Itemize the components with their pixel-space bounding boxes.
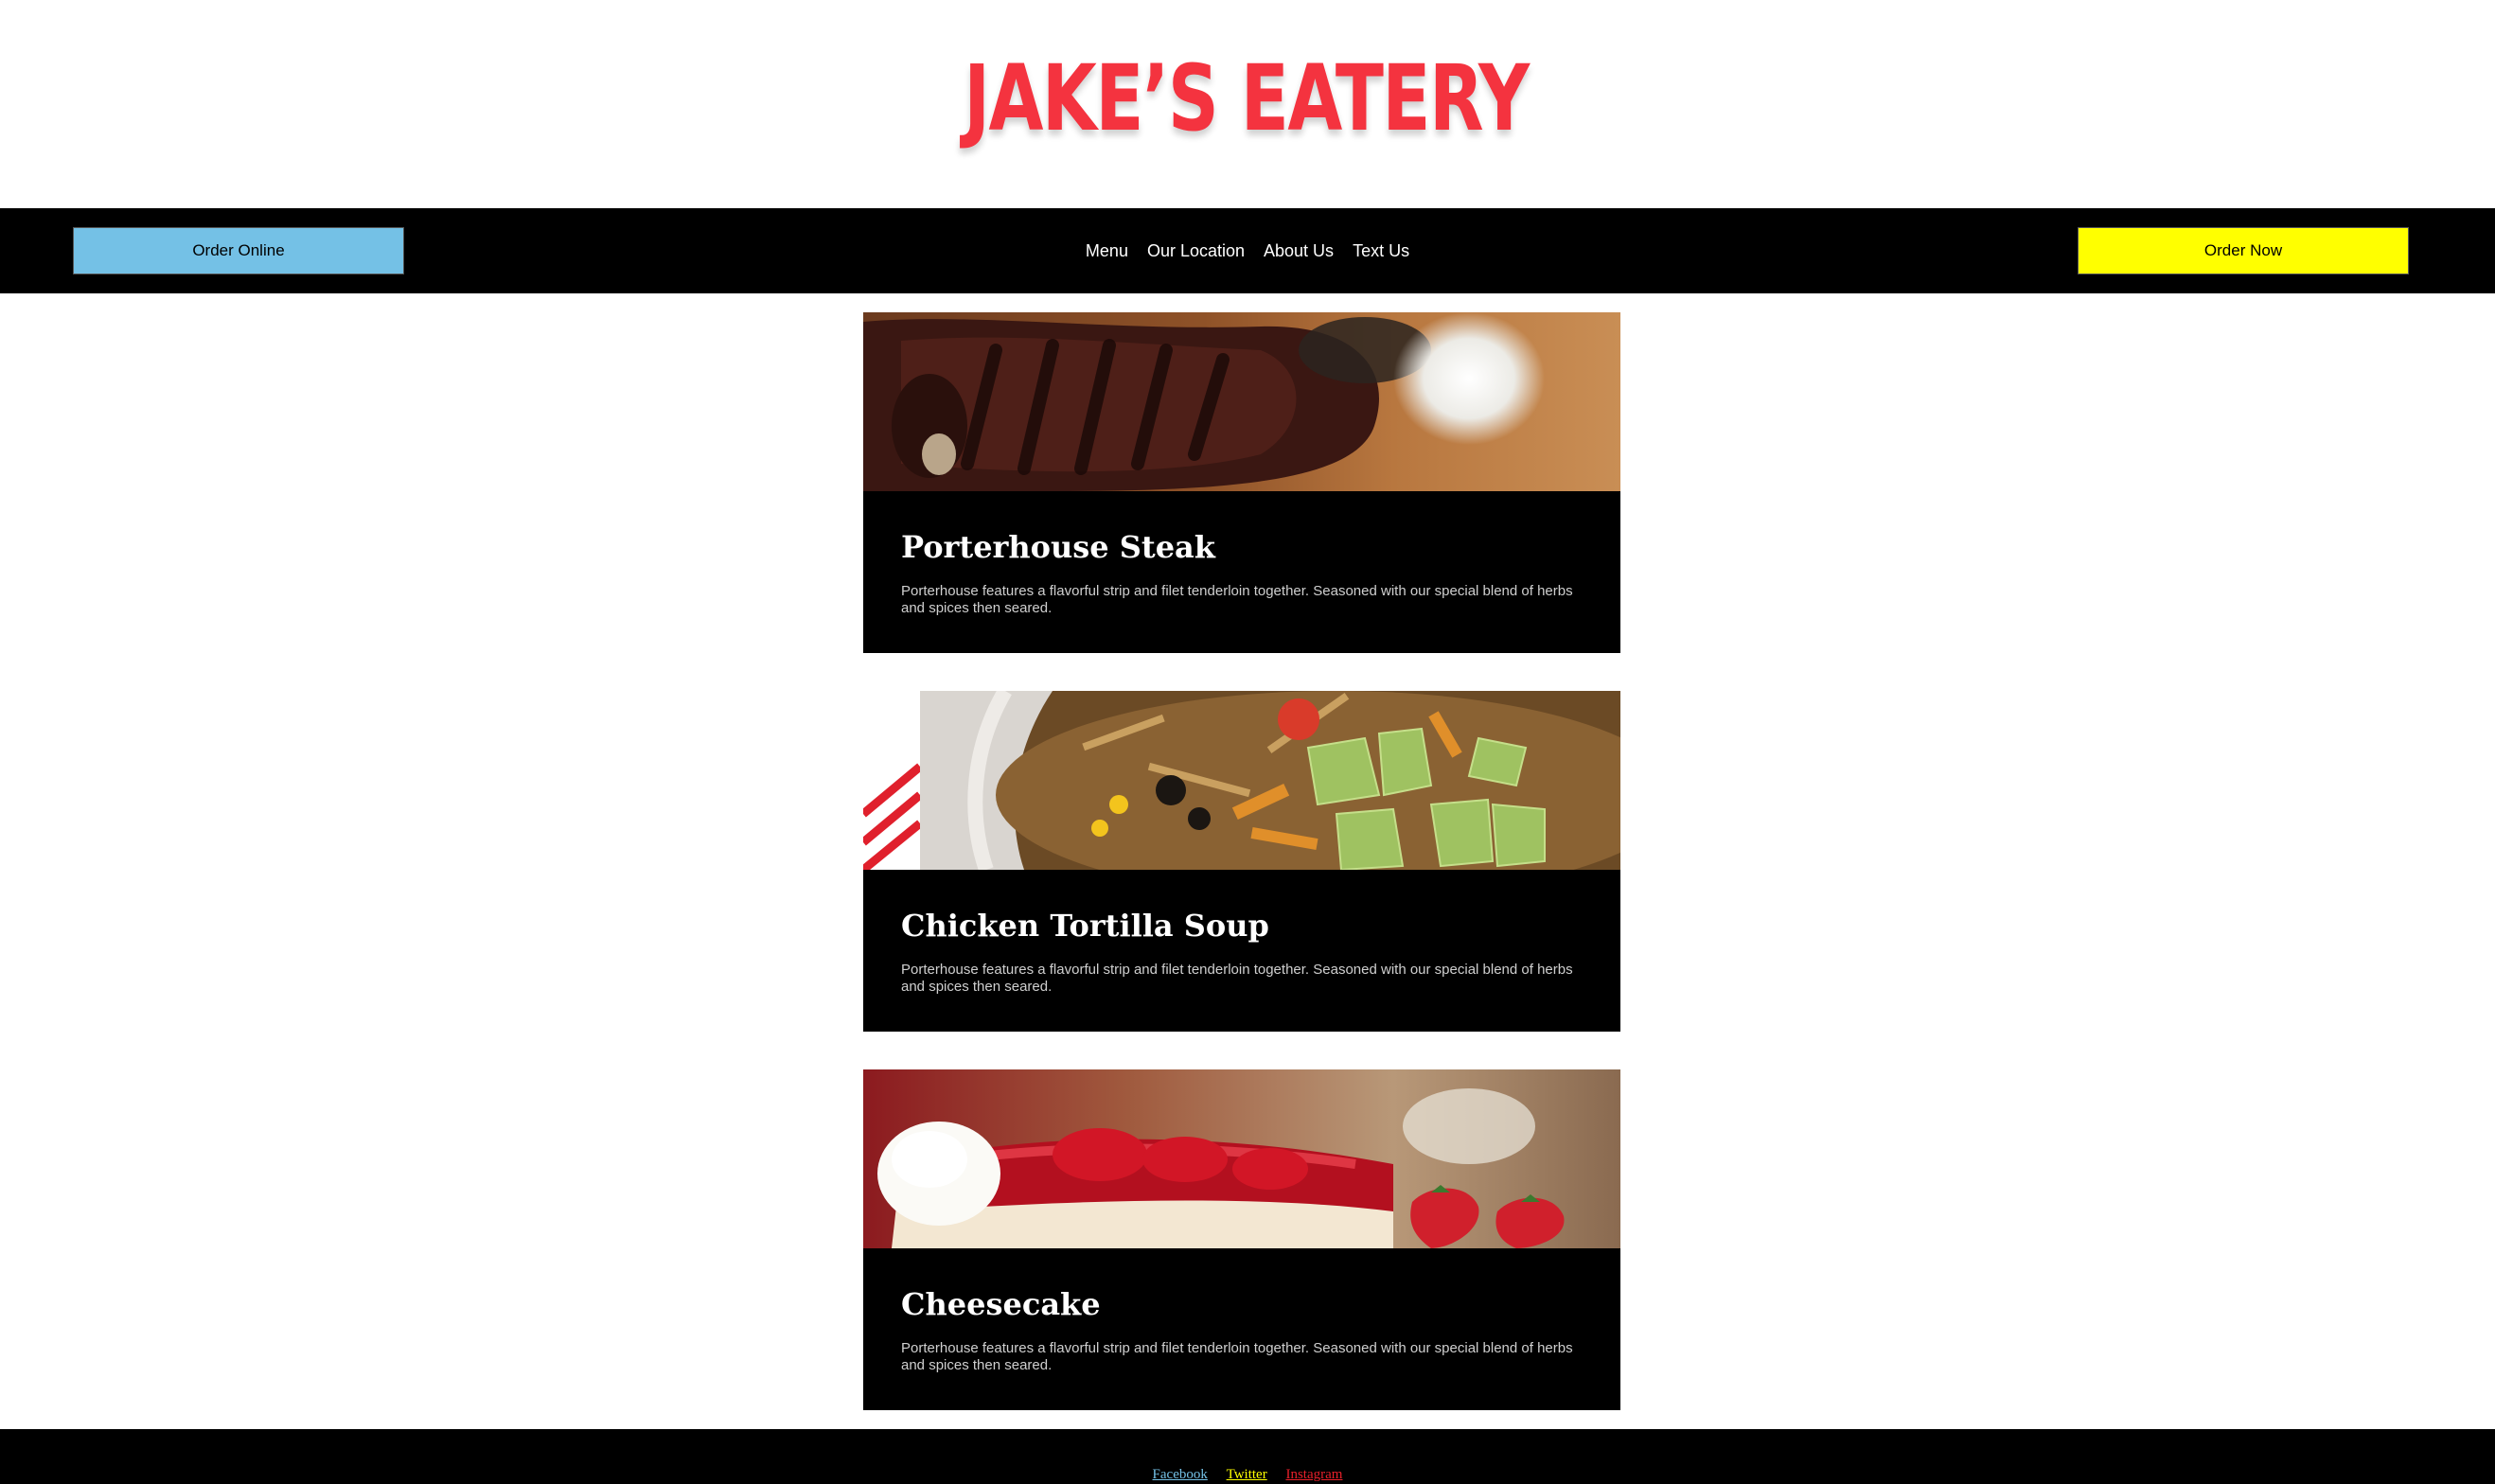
cheesecake-image <box>863 1069 1620 1248</box>
menu-item-description: Porterhouse features a flavorful strip a… <box>901 1340 1573 1373</box>
order-online-button[interactable]: Order Online <box>73 227 404 274</box>
menu-item-description: Porterhouse features a flavorful strip a… <box>901 962 1573 995</box>
site-footer: Facebook Twitter Instagram <box>0 1429 2495 1484</box>
menu-card: Chicken Tortilla Soup Porterhouse featur… <box>863 691 1620 1032</box>
menu-item-title: Porterhouse Steak <box>901 529 1215 565</box>
site-header: JAKE’S EATERY <box>0 0 2495 208</box>
menu-card: Porterhouse Steak Porterhouse features a… <box>863 312 1620 653</box>
nav-link-our-location[interactable]: Our Location <box>1147 241 1245 261</box>
menu-item-title: Chicken Tortilla Soup <box>901 908 1269 944</box>
twitter-link[interactable]: Twitter <box>1227 1467 1267 1482</box>
order-now-button[interactable]: Order Now <box>2078 227 2409 274</box>
facebook-link[interactable]: Facebook <box>1153 1467 1208 1482</box>
footer-links: Facebook Twitter Instagram <box>0 1467 2495 1483</box>
chicken-tortilla-soup-image <box>863 691 1620 870</box>
instagram-link[interactable]: Instagram <box>1285 1467 1342 1482</box>
menu-card: Cheesecake Porterhouse features a flavor… <box>863 1069 1620 1410</box>
nav-link-about-us[interactable]: About Us <box>1264 241 1334 261</box>
site-logo[interactable]: JAKE’S EATERY <box>273 42 2219 155</box>
nav-link-text-us[interactable]: Text Us <box>1353 241 1409 261</box>
menu-item-title: Cheesecake <box>901 1286 1101 1322</box>
top-navbar: Order Online Menu Our Location About Us … <box>0 208 2495 293</box>
menu-item-description: Porterhouse features a flavorful strip a… <box>901 583 1573 616</box>
nav-link-menu[interactable]: Menu <box>1086 241 1128 261</box>
porterhouse-steak-image <box>863 312 1620 491</box>
